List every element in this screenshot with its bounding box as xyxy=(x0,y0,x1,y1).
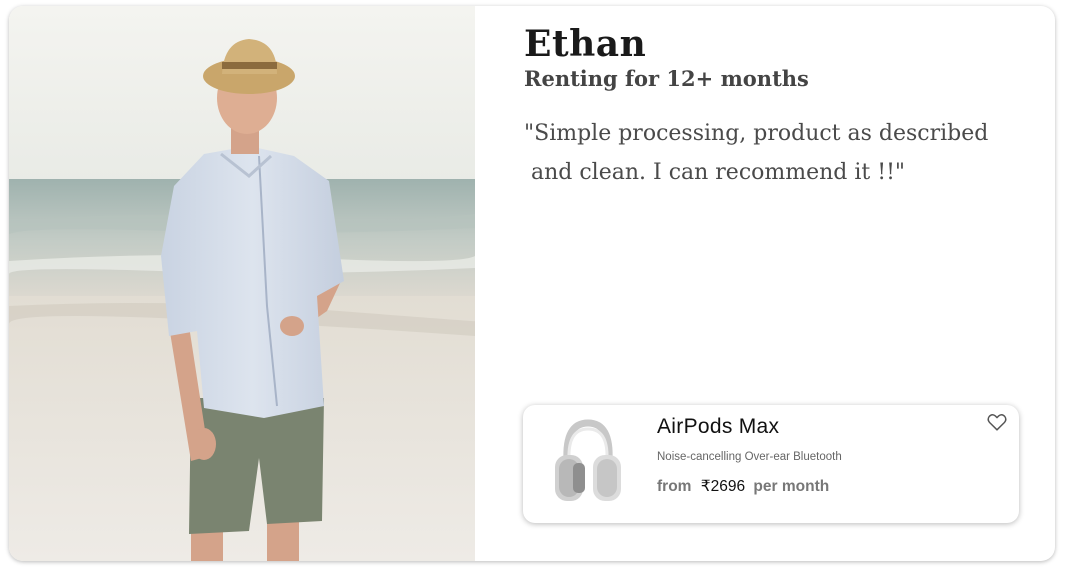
testimonial-content: Ethan Renting for 12+ months "Simple pro… xyxy=(523,6,1033,561)
price-suffix: per month xyxy=(753,478,830,495)
product-card[interactable]: AirPods Max Noise-cancelling Over-ear Bl… xyxy=(523,405,1019,523)
product-description: Noise-cancelling Over-ear Bluetooth xyxy=(657,451,842,463)
rental-duration: Renting for 12+ months xyxy=(524,66,809,91)
product-title[interactable]: AirPods Max xyxy=(657,415,779,439)
customer-name: Ethan xyxy=(524,23,647,65)
testimonial-quote: "Simple processing, product as described… xyxy=(524,121,989,185)
price-amount: ₹2696 xyxy=(700,478,746,495)
heart-outline-icon[interactable] xyxy=(986,411,1008,433)
product-image xyxy=(553,419,623,510)
testimonial-card: Ethan Renting for 12+ months "Simple pro… xyxy=(9,6,1055,561)
customer-photo xyxy=(9,6,475,561)
product-price: from ₹2696 per month xyxy=(657,477,829,496)
price-prefix: from xyxy=(657,478,692,495)
